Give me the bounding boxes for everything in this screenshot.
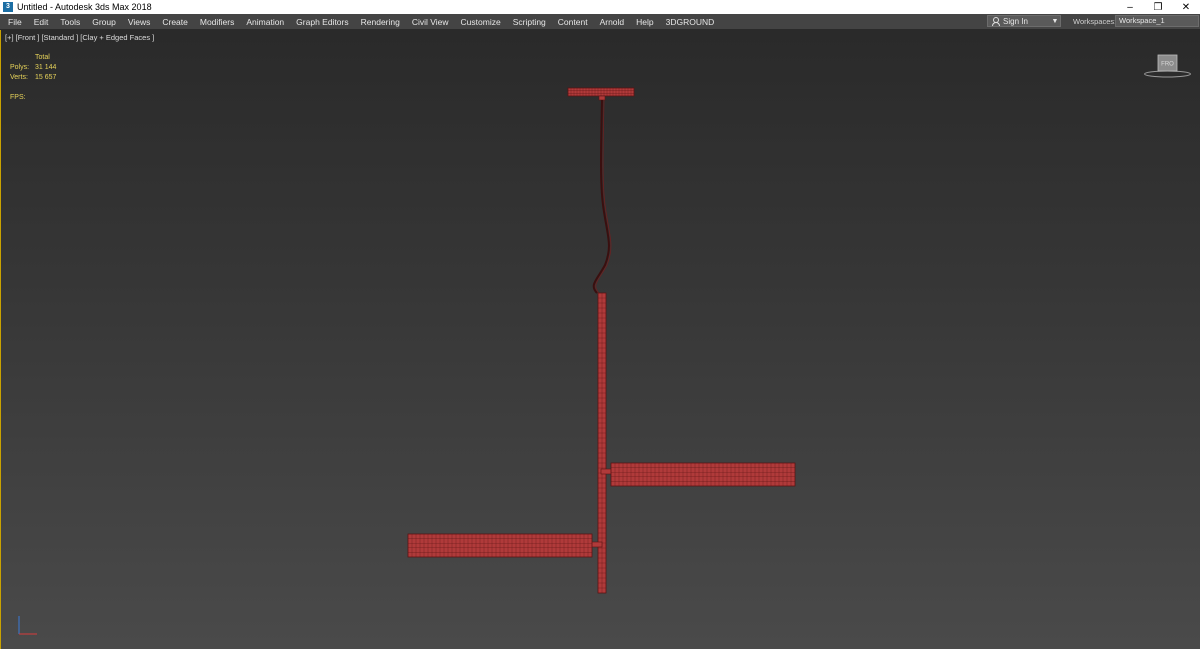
right-lamp-disc[interactable] <box>610 462 796 487</box>
suspension-cable-highlight[interactable] <box>595 99 612 294</box>
title-bar: 3 Untitled - Autodesk 3ds Max 2018 – ❐ ✕ <box>0 0 1200 14</box>
menu-tools[interactable]: Tools <box>60 17 80 27</box>
close-button[interactable]: ✕ <box>1172 0 1200 14</box>
menu-rendering[interactable]: Rendering <box>361 17 400 27</box>
menu-customize[interactable]: Customize <box>461 17 501 27</box>
sign-in-dropdown[interactable]: Sign In ▼ <box>987 15 1061 27</box>
minimize-button[interactable]: – <box>1116 0 1144 14</box>
menu-file[interactable]: File <box>8 17 22 27</box>
front-viewport[interactable]: [+] [Front ] [Standard ] [Clay + Edged F… <box>0 30 1200 649</box>
workspace-select[interactable]: Workspace_1 <box>1115 15 1199 27</box>
menu-bar: File Edit Tools Group Views Create Modif… <box>0 14 1200 30</box>
scene-canvas[interactable] <box>1 30 1200 649</box>
viewcube-face-label: FRO <box>1161 62 1174 68</box>
viewport-label[interactable]: [+] [Front ] [Standard ] [Clay + Edged F… <box>5 33 154 42</box>
left-lamp-disc[interactable] <box>407 533 593 558</box>
menu-edit[interactable]: Edit <box>34 17 49 27</box>
menu-group[interactable]: Group <box>92 17 116 27</box>
menu-arnold[interactable]: Arnold <box>600 17 625 27</box>
statistics-overlay: Total Polys: 31 144 Verts: 15 657 FPS: <box>10 53 56 103</box>
menu-help[interactable]: Help <box>636 17 653 27</box>
canopy-connector[interactable] <box>598 95 606 101</box>
sign-in-label: Sign In <box>1003 16 1028 26</box>
menu-animation[interactable]: Animation <box>246 17 284 27</box>
user-icon <box>991 16 1000 26</box>
menu-create[interactable]: Create <box>162 17 188 27</box>
menu-content[interactable]: Content <box>558 17 588 27</box>
stats-verts-value: 15 657 <box>35 74 57 81</box>
workspaces-label: Workspaces: <box>1073 17 1117 26</box>
menu-views[interactable]: Views <box>128 17 151 27</box>
menu-items: File Edit Tools Group Views Create Modif… <box>0 14 718 29</box>
menu-scripting[interactable]: Scripting <box>513 17 546 27</box>
stats-verts-label: Verts: <box>10 74 28 81</box>
stats-polys-value: 31 144 <box>35 64 57 71</box>
app-logo-icon: 3 <box>3 2 13 12</box>
window-title: Untitled - Autodesk 3ds Max 2018 <box>17 2 152 12</box>
stats-polys-label: Polys: <box>10 64 30 71</box>
ceiling-canopy[interactable] <box>567 87 635 97</box>
stats-total-label: Total <box>35 54 50 61</box>
chevron-down-icon: ▼ <box>1051 17 1059 25</box>
menu-civil-view[interactable]: Civil View <box>412 17 449 27</box>
axis-tripod-icon <box>18 616 37 635</box>
suspension-cable[interactable] <box>592 99 610 294</box>
menu-modifiers[interactable]: Modifiers <box>200 17 234 27</box>
stats-fps-label: FPS: <box>10 94 26 101</box>
viewcube-icon[interactable]: FRO <box>1144 52 1191 78</box>
vertical-rod[interactable] <box>597 292 607 594</box>
restore-button[interactable]: ❐ <box>1144 0 1172 14</box>
menu-3dground[interactable]: 3DGROUND <box>666 17 715 27</box>
menu-graph-editors[interactable]: Graph Editors <box>296 17 348 27</box>
